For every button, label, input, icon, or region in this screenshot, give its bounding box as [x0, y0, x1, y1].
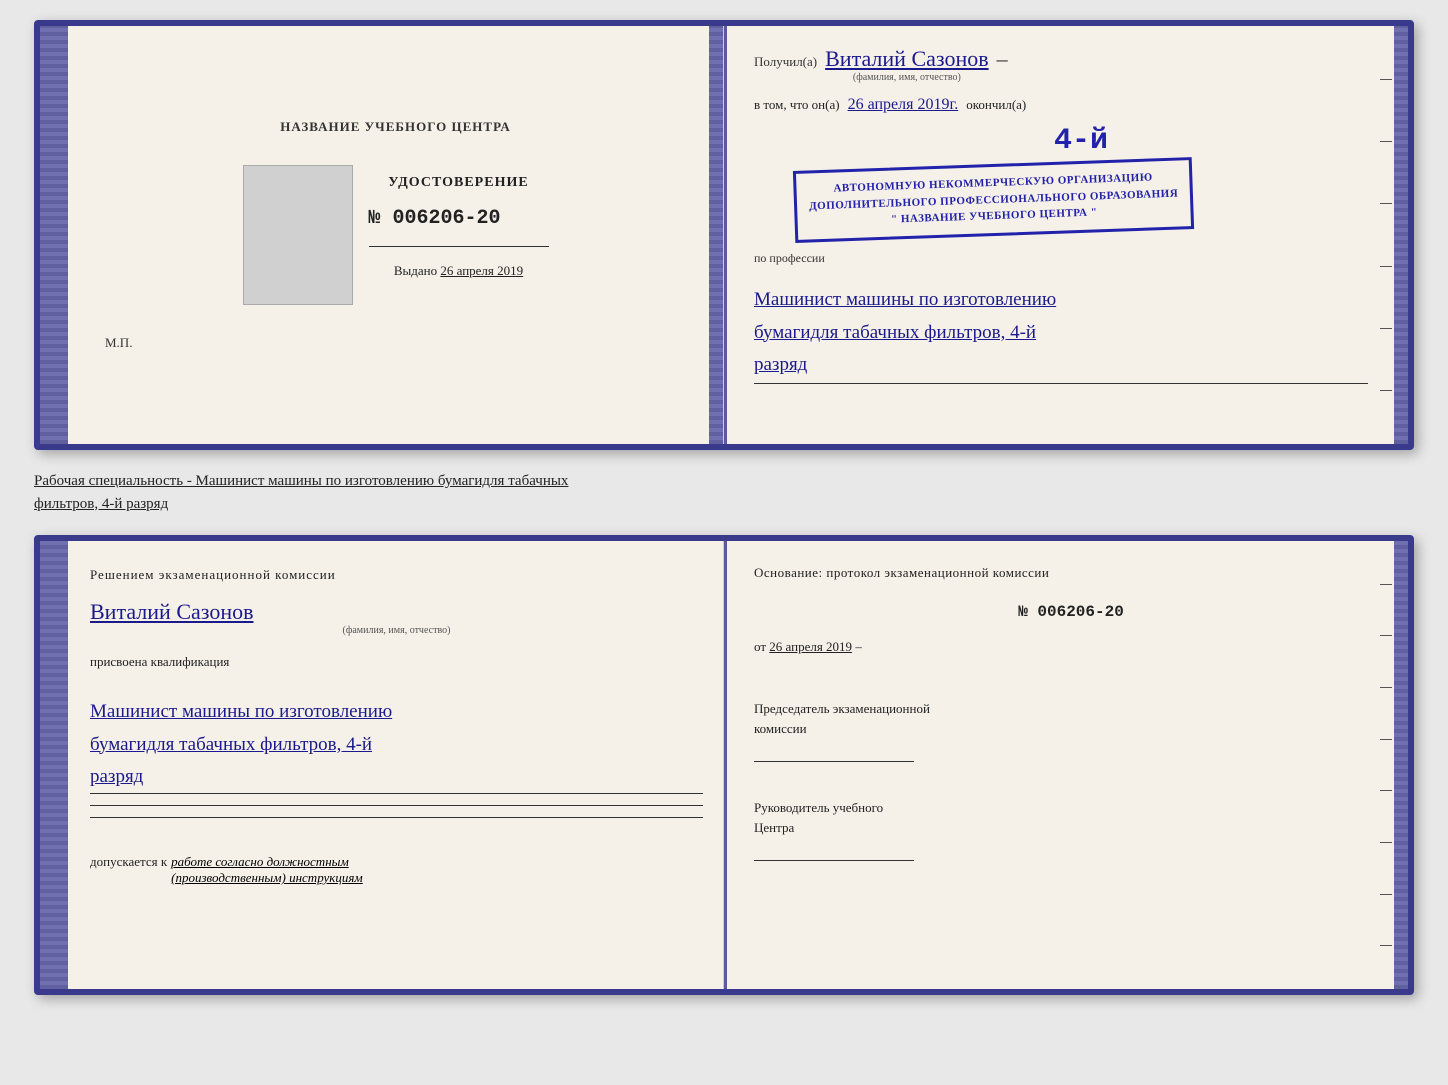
qual-page-left: Решением экзаменационной комиссии Витали… — [40, 541, 724, 989]
qual-deco-dash-6 — [1380, 842, 1392, 843]
qualification-book: Решением экзаменационной комиссии Витали… — [34, 535, 1414, 995]
qual-binding-left — [40, 541, 68, 989]
deco-dash-5 — [1380, 328, 1392, 329]
qual-page-right: Основание: протокол экзаменационной коми… — [724, 541, 1408, 989]
body-text-1: в том, что он(а) — [754, 95, 840, 116]
profession-prefix: по профессии — [754, 251, 1368, 266]
profession-handwritten: Машинист машины по изготовлению бумагидл… — [754, 289, 1056, 375]
date-handwritten: 26 апреля 2019г. — [848, 96, 959, 114]
stamp-box: АВТОНОМНУЮ НЕКОММЕРЧЕСКУЮ ОРГАНИЗАЦИЮ ДО… — [793, 157, 1195, 242]
issued-date: 26 апреля 2019 — [440, 263, 523, 278]
protocol-number: № 006206-20 — [754, 603, 1388, 621]
qual-qualification-label: присвоена квалификация — [90, 652, 703, 673]
qual-deco-dash-8 — [1380, 945, 1392, 946]
recipient-name: Виталий Сазонов — [825, 46, 988, 72]
qual-decorative-lines — [1380, 541, 1392, 989]
director-label: Руководитель учебного Центра — [754, 798, 1388, 837]
right-content: Получил(а) Виталий Сазонов (фамилия, имя… — [754, 46, 1368, 384]
middle-text: Рабочая специальность - Машинист машины … — [34, 466, 1414, 519]
right-binding-strip — [1394, 26, 1408, 444]
cert-page-right: Получил(а) Виталий Сазонов (фамилия, имя… — [724, 26, 1408, 444]
qual-spine-line — [724, 541, 727, 989]
decorative-lines — [1380, 26, 1392, 444]
qual-person-name: Виталий Сазонов — [90, 599, 703, 625]
binding-strip-right — [709, 26, 723, 444]
center-label: НАЗВАНИЕ УЧЕБНОГО ЦЕНТРА — [280, 119, 511, 135]
qual-binding-right — [1394, 541, 1408, 989]
recipient-prefix: Получил(а) — [754, 54, 817, 70]
from-label: от — [754, 639, 766, 654]
qual-deco-dash-4 — [1380, 739, 1392, 740]
certificate-book: НАЗВАНИЕ УЧЕБНОГО ЦЕНТРА УДОСТОВЕРЕНИЕ №… — [34, 20, 1414, 450]
recipient-subtitle: (фамилия, имя, отчество) — [853, 72, 961, 83]
middle-text-static: Рабочая специальность - Машинист машины … — [34, 473, 568, 489]
qual-qualification-handwritten: Машинист машины по изготовлению бумагидл… — [90, 701, 392, 787]
page-left-content: НАЗВАНИЕ УЧЕБНОГО ЦЕНТРА УДОСТОВЕРЕНИЕ №… — [105, 46, 686, 424]
deco-dash-3 — [1380, 203, 1392, 204]
cert-number: № 006206-20 — [369, 207, 549, 230]
spine-line — [724, 26, 727, 444]
admission-italic: работе согласно должностным (производств… — [171, 854, 363, 886]
qual-person-subtitle: (фамилия, имя, отчество) — [90, 625, 703, 636]
middle-text-underlined: фильтров, 4-й разряд — [34, 496, 168, 512]
qual-title: Решением экзаменационной комиссии — [90, 565, 703, 585]
qual-deco-dash-5 — [1380, 790, 1392, 791]
qual-deco-dash-1 — [1380, 584, 1392, 585]
qual-deco-dash-2 — [1380, 635, 1392, 636]
qual-right-content: Основание: протокол экзаменационной коми… — [754, 565, 1388, 861]
deco-dash-4 — [1380, 266, 1392, 267]
from-date: от 26 апреля 2019 – — [754, 639, 1388, 655]
body-text-2: окончил(а) — [966, 95, 1026, 116]
mp-label: М.П. — [105, 335, 132, 351]
admission-prefix: допускается к — [90, 852, 167, 873]
deco-dash-1 — [1380, 79, 1392, 80]
qual-deco-dash-3 — [1380, 687, 1392, 688]
director-signature-line — [754, 841, 914, 861]
from-date-value: 26 апреля 2019 — [769, 639, 852, 654]
deco-dash-2 — [1380, 141, 1392, 142]
foundation-label: Основание: протокол экзаменационной коми… — [754, 565, 1388, 581]
issued-line: Выдано 26 апреля 2019 — [369, 263, 549, 279]
deco-dash-6 — [1380, 390, 1392, 391]
qual-deco-dash-7 — [1380, 894, 1392, 895]
doc-type-label: УДОСТОВЕРЕНИЕ — [369, 175, 549, 191]
chairman-label: Председатель экзаменационной комиссии — [754, 699, 1388, 738]
stamp-rank: 4-й — [794, 124, 1368, 158]
chairman-signature-line — [754, 742, 914, 762]
cert-page-left: НАЗВАНИЕ УЧЕБНОГО ЦЕНТРА УДОСТОВЕРЕНИЕ №… — [40, 26, 724, 444]
photo-placeholder — [243, 165, 353, 305]
binding-strip-left — [40, 26, 68, 444]
